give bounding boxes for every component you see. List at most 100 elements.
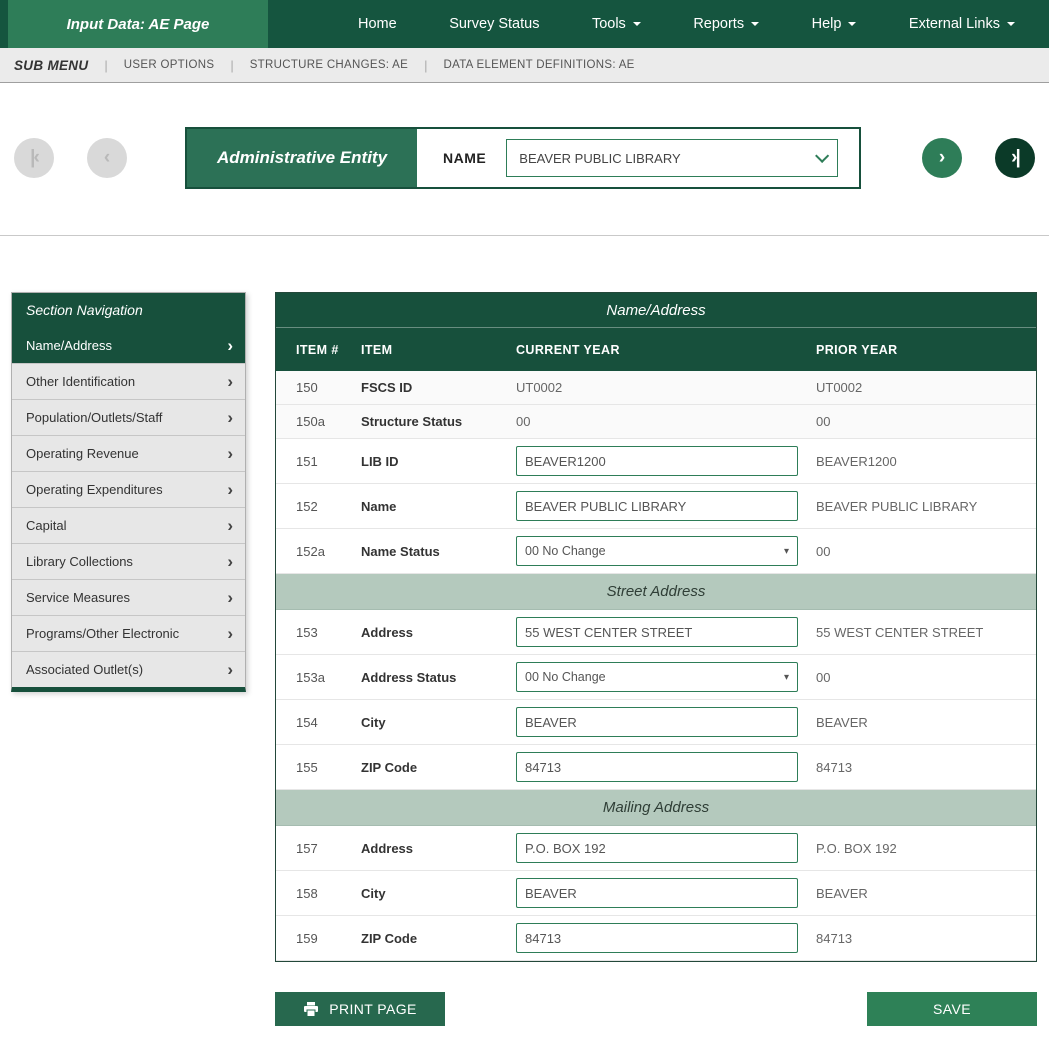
entity-type-label: Administrative Entity (187, 129, 417, 187)
caret-down-icon (633, 22, 641, 26)
submenu-item-data-element-definitions-ae[interactable]: DATA ELEMENT DEFINITIONS: AE (443, 59, 634, 71)
sidebar-item-capital[interactable]: Capital› (12, 507, 245, 543)
nav-item-label: Tools (592, 16, 626, 32)
nav-item-label: Reports (693, 16, 744, 32)
chevron-right-icon: › (227, 337, 233, 354)
skip-to-first-icon: |‹ (30, 147, 38, 169)
submenu-item-structure-changes-ae[interactable]: STRUCTURE CHANGES: AE (250, 59, 408, 71)
section-navigation: Section Navigation Name/Address›Other Id… (11, 292, 246, 692)
table-header-row: ITEM # ITEM CURRENT YEAR PRIOR YEAR (276, 327, 1036, 371)
item-label: Name (361, 499, 516, 514)
submenu-items: |USER OPTIONS|STRUCTURE CHANGES: AE|DATA… (88, 58, 634, 73)
current-year-input[interactable] (516, 617, 798, 647)
current-year-cell: 00 No Change▾ (516, 662, 816, 692)
item-label: Address (361, 841, 516, 856)
item-label: Structure Status (361, 414, 516, 429)
prior-year-value: BEAVER1200 (816, 454, 1036, 469)
table-row: 154CityBEAVER (276, 700, 1036, 745)
nav-item-reports[interactable]: Reports (693, 16, 759, 32)
item-number: 151 (296, 454, 361, 469)
nav-item-tools[interactable]: Tools (592, 16, 641, 32)
sidebar-item-other-identification[interactable]: Other Identification› (12, 363, 245, 399)
item-number: 152 (296, 499, 361, 514)
chevron-right-icon: › (227, 373, 233, 390)
sidebar-item-associated-outlet-s[interactable]: Associated Outlet(s)› (12, 651, 245, 687)
first-record-button[interactable]: |‹ (14, 138, 54, 178)
print-page-button[interactable]: PRINT PAGE (275, 992, 445, 1026)
prior-year-value: UT0002 (816, 380, 1036, 395)
nav-item-survey-status[interactable]: Survey Status (449, 16, 539, 32)
current-year-input[interactable] (516, 878, 798, 908)
sidebar-item-operating-expenditures[interactable]: Operating Expenditures› (12, 471, 245, 507)
current-year-input[interactable] (516, 491, 798, 521)
sidebar-item-label: Operating Revenue (26, 446, 139, 461)
sidebar-item-label: Population/Outlets/Staff (26, 410, 162, 425)
current-year-input[interactable] (516, 752, 798, 782)
item-label: ZIP Code (361, 760, 516, 775)
current-year-input[interactable] (516, 707, 798, 737)
col-item: ITEM (361, 343, 516, 357)
page-content: Section Navigation Name/Address›Other Id… (0, 236, 1049, 1040)
skip-to-last-icon: ›| (1011, 147, 1019, 169)
top-nav: Input Data: AE Page Home Survey Status Too… (0, 0, 1049, 48)
separator: | (230, 58, 233, 73)
separator: | (424, 58, 427, 73)
current-year-cell (516, 878, 816, 908)
table-row: 153Address55 WEST CENTER STREET (276, 610, 1036, 655)
table-row: 155ZIP Code84713 (276, 745, 1036, 790)
item-label: Address (361, 625, 516, 640)
next-record-button[interactable]: › (922, 138, 962, 178)
item-label: ZIP Code (361, 931, 516, 946)
prior-year-value: 00 (816, 670, 1036, 685)
main-nav-items: Home Survey Status Tools Reports Help Externa… (268, 0, 1049, 48)
chevron-right-icon: › (939, 147, 945, 169)
sidebar-item-label: Programs/Other Electronic (26, 626, 179, 641)
nav-item-label: Home (358, 16, 397, 32)
prior-year-value: P.O. BOX 192 (816, 841, 1036, 856)
sidebar-item-library-collections[interactable]: Library Collections› (12, 543, 245, 579)
last-record-button[interactable]: ›| (995, 138, 1035, 178)
nav-item-home[interactable]: Home (358, 16, 397, 32)
item-number: 157 (296, 841, 361, 856)
current-year-cell: 00 (516, 414, 816, 429)
item-number: 152a (296, 544, 361, 559)
prior-year-value: 55 WEST CENTER STREET (816, 625, 1036, 640)
prior-year-value: BEAVER PUBLIC LIBRARY (816, 499, 1036, 514)
printer-icon (303, 1002, 319, 1017)
sidebar-item-population-outlets-staff[interactable]: Population/Outlets/Staff › (12, 399, 245, 435)
current-year-cell (516, 752, 816, 782)
chevron-down-icon (815, 149, 829, 163)
table-row: 152aName Status00 No Change▾00 (276, 529, 1036, 574)
item-label: Name Status (361, 544, 516, 559)
current-year-value: 00 (516, 414, 530, 429)
chevron-right-icon: › (227, 409, 233, 426)
chevron-left-icon: ‹ (104, 147, 110, 169)
sidebar-item-operating-revenue[interactable]: Operating Revenue› (12, 435, 245, 471)
current-year-select[interactable]: 00 No Change▾ (516, 536, 798, 566)
submenu-item-user-options[interactable]: USER OPTIONS (124, 59, 215, 71)
previous-record-button[interactable]: ‹ (87, 138, 127, 178)
table-title: Name/Address (276, 293, 1036, 327)
save-label: SAVE (933, 1001, 971, 1017)
current-year-input[interactable] (516, 833, 798, 863)
current-year-cell (516, 491, 816, 521)
save-button[interactable]: SAVE (867, 992, 1037, 1026)
select-value: 00 No Change (525, 544, 606, 558)
current-year-input[interactable] (516, 923, 798, 953)
item-number: 154 (296, 715, 361, 730)
sidebar-item-programs-other-electronic[interactable]: Programs/Other Electronic› (12, 615, 245, 651)
entity-name-select[interactable]: BEAVER PUBLIC LIBRARY (506, 139, 838, 177)
current-year-select[interactable]: 00 No Change▾ (516, 662, 798, 692)
col-prior-year: PRIOR YEAR (816, 343, 1036, 357)
sidebar-item-service-measures[interactable]: Service Measures› (12, 579, 245, 615)
nav-item-help[interactable]: Help (812, 16, 857, 32)
section-header-street-address: Street Address (276, 574, 1036, 610)
section-header-mailing-address: Mailing Address (276, 790, 1036, 826)
nav-item-input-data-ae-page[interactable]: Input Data: AE Page (8, 0, 268, 48)
item-number: 158 (296, 886, 361, 901)
print-page-label: PRINT PAGE (329, 1001, 417, 1017)
sidebar-item-name-address[interactable]: Name/Address› (12, 327, 245, 363)
current-year-input[interactable] (516, 446, 798, 476)
nav-item-external-links[interactable]: External Links (909, 16, 1015, 32)
table-row: 151LIB IDBEAVER1200 (276, 439, 1036, 484)
